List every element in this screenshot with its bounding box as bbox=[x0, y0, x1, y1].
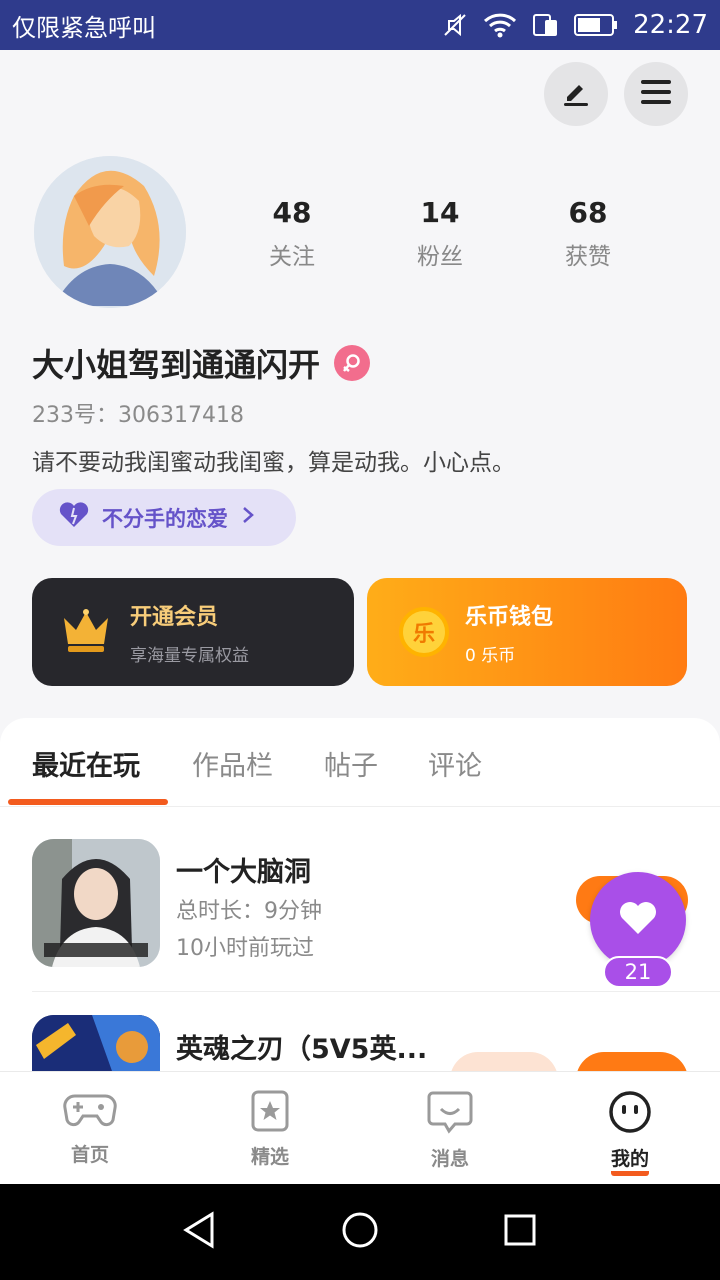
menu-icon bbox=[639, 77, 673, 111]
stat-likes[interactable]: 68 获赞 bbox=[528, 196, 648, 271]
game-title-2[interactable]: 英魂之刃（5V5英... bbox=[176, 1027, 427, 1066]
sim-icon bbox=[531, 12, 559, 38]
tab-messages[interactable]: 消息 bbox=[390, 1072, 510, 1185]
bottom-tab-bar: 首页 精选 消息 我的 bbox=[0, 1071, 720, 1184]
row-divider bbox=[32, 991, 720, 992]
vip-subtitle: 享海量专属权益 bbox=[130, 645, 249, 666]
tab-comments[interactable]: 评论 bbox=[428, 744, 482, 783]
relationship-tag-label: 不分手的恋爱 bbox=[102, 506, 228, 531]
wallet-title: 乐币钱包 bbox=[465, 604, 554, 630]
coin-icon: 乐 bbox=[399, 607, 449, 657]
user-id: 233号：306317418 bbox=[32, 403, 244, 428]
stat-following[interactable]: 48 关注 bbox=[232, 196, 352, 271]
game-last-played-1: 10小时前玩过 bbox=[176, 936, 314, 961]
stat-likes-count: 68 bbox=[568, 196, 608, 229]
chat-bubble-icon bbox=[427, 1090, 473, 1138]
avatar[interactable] bbox=[34, 156, 186, 308]
system-nav-bar bbox=[0, 1184, 720, 1280]
nickname: 大小姐驾到通通闪开 bbox=[32, 346, 321, 384]
stat-following-label: 关注 bbox=[269, 244, 315, 270]
edit-profile-button[interactable] bbox=[544, 62, 608, 126]
home-circle-icon bbox=[340, 1210, 380, 1254]
like-count-badge: 21 bbox=[603, 956, 673, 988]
back-triangle-icon bbox=[180, 1210, 220, 1254]
stat-fans[interactable]: 14 粉丝 bbox=[380, 196, 500, 271]
nickname-row: 大小姐驾到通通闪开 bbox=[32, 340, 371, 386]
menu-button[interactable] bbox=[624, 62, 688, 126]
carrier-label: 仅限紧急呼叫 bbox=[12, 13, 156, 42]
stat-likes-label: 获赞 bbox=[565, 244, 611, 270]
floating-like-button[interactable] bbox=[590, 872, 686, 968]
wallet-card[interactable]: 乐 乐币钱包 0 乐币 bbox=[367, 578, 687, 686]
female-icon bbox=[334, 345, 371, 381]
stat-fans-label: 粉丝 bbox=[417, 244, 463, 270]
game-icon-1[interactable] bbox=[32, 839, 160, 967]
stat-following-count: 48 bbox=[272, 196, 312, 229]
tab-recently-played[interactable]: 最近在玩 bbox=[32, 744, 140, 783]
gamepad-icon bbox=[63, 1090, 117, 1134]
tab-posts[interactable]: 帖子 bbox=[324, 744, 378, 783]
star-badge-icon bbox=[250, 1090, 290, 1136]
game-title-1[interactable]: 一个大脑洞 bbox=[176, 850, 311, 889]
home-button[interactable] bbox=[320, 1184, 400, 1280]
crown-icon bbox=[58, 604, 114, 660]
relationship-tag[interactable]: 不分手的恋爱 bbox=[32, 489, 296, 546]
tab-home-label: 首页 bbox=[70, 1144, 109, 1166]
tab-works[interactable]: 作品栏 bbox=[192, 744, 273, 783]
chevron-right-icon bbox=[240, 505, 256, 530]
recents-button[interactable] bbox=[480, 1184, 560, 1280]
heart-icon bbox=[618, 900, 658, 940]
recents-square-icon bbox=[500, 1210, 540, 1254]
mute-icon bbox=[441, 11, 469, 39]
clock: 22:27 bbox=[633, 10, 708, 40]
status-bar: 仅限紧急呼叫 22:27 bbox=[0, 0, 720, 50]
tab-home[interactable]: 首页 bbox=[30, 1072, 150, 1185]
pencil-icon bbox=[559, 75, 593, 113]
wifi-icon bbox=[483, 12, 517, 38]
stat-fans-count: 14 bbox=[420, 196, 460, 229]
tab-indicator bbox=[8, 799, 168, 805]
tab-featured[interactable]: 精选 bbox=[210, 1072, 330, 1185]
tab-featured-label: 精选 bbox=[250, 1146, 289, 1168]
tab-messages-label: 消息 bbox=[430, 1148, 469, 1170]
tabs-divider bbox=[0, 806, 720, 807]
battery-icon bbox=[573, 13, 619, 37]
vip-title: 开通会员 bbox=[130, 604, 219, 630]
tab-me-label: 我的 bbox=[610, 1144, 649, 1176]
back-button[interactable] bbox=[160, 1184, 240, 1280]
tab-me[interactable]: 我的 bbox=[570, 1072, 690, 1185]
game-icon-2[interactable] bbox=[32, 1015, 160, 1071]
wallet-balance: 0 乐币 bbox=[465, 645, 516, 666]
face-icon bbox=[607, 1090, 653, 1138]
vip-card[interactable]: 开通会员 享海量专属权益 bbox=[32, 578, 354, 686]
game-duration-1: 总时长：9分钟 bbox=[176, 899, 322, 924]
heart-icon bbox=[58, 502, 90, 533]
bio: 请不要动我闺蜜动我闺蜜，算是动我。小心点。 bbox=[32, 450, 515, 476]
